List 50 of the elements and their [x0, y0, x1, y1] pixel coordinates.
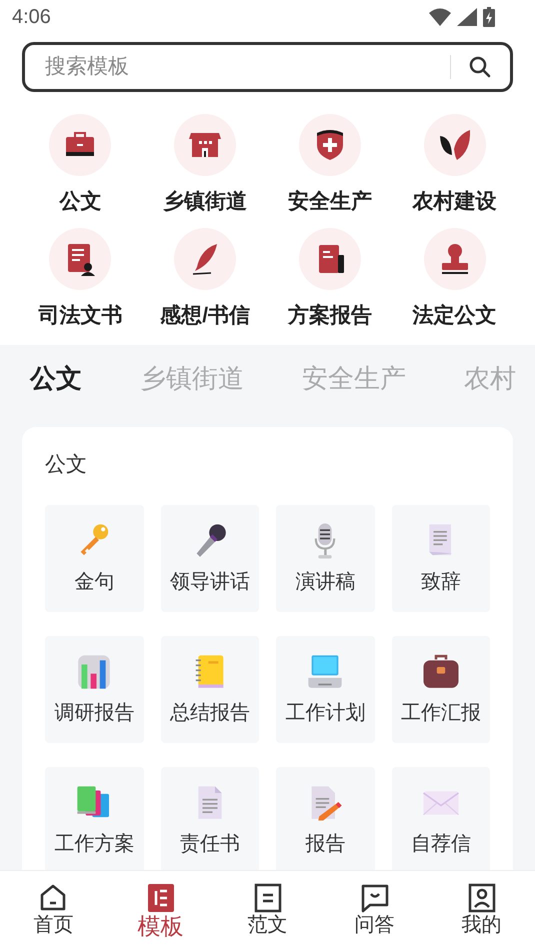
profile-icon: [466, 883, 496, 913]
tile-label: 领导讲话: [170, 570, 250, 594]
template-tile[interactable]: 调研报告: [45, 636, 144, 742]
template-tile[interactable]: 责任书: [160, 766, 259, 870]
template-icon: [146, 883, 176, 913]
tile-label: 报告: [305, 832, 346, 856]
search-field[interactable]: 搜索模板: [22, 42, 513, 92]
nav-tab[interactable]: 首页: [0, 883, 107, 935]
tile-label: 致辞: [420, 570, 461, 594]
template-tile[interactable]: 报告: [276, 766, 374, 870]
tile-label: 工作方案: [54, 832, 134, 856]
status-time: 4:06: [12, 5, 51, 30]
section-title: 公文: [45, 452, 88, 478]
category-label[interactable]: 公文: [59, 186, 102, 218]
tile-label: 金句: [74, 570, 114, 594]
category-tab[interactable]: 公文: [30, 358, 82, 398]
category-label[interactable]: 乡镇街道: [163, 186, 248, 218]
tile-label: 演讲稿: [295, 570, 356, 594]
template-tile[interactable]: 领导讲话: [160, 504, 259, 612]
wifi-icon: [429, 8, 451, 26]
category-label[interactable]: 农村建设: [412, 186, 497, 218]
nav-tab[interactable]: 我的: [428, 883, 535, 935]
tile-label: 责任书: [180, 832, 240, 856]
category-label[interactable]: 法定公文: [412, 300, 497, 331]
nav-tab[interactable]: 问答: [321, 883, 428, 935]
tile-label: 自荐信: [410, 832, 471, 856]
template-tile[interactable]: 致辞: [392, 504, 490, 612]
tile-label: 工作汇报: [400, 700, 481, 726]
chat-icon: [360, 883, 390, 913]
nav-tab[interactable]: 范文: [214, 883, 321, 935]
battery-icon: [483, 7, 495, 27]
nav-tab[interactable]: 模板: [107, 883, 214, 938]
template-tile[interactable]: 工作汇报: [392, 636, 490, 742]
category-label[interactable]: 安全生产: [288, 186, 372, 218]
template-tile[interactable]: 演讲稿: [276, 504, 374, 612]
template-tile[interactable]: 工作方案: [45, 766, 144, 870]
document-icon: [252, 883, 282, 913]
template-tile[interactable]: 金句: [45, 504, 144, 612]
category-label[interactable]: 感想/书信: [160, 300, 250, 331]
template-tile[interactable]: 工作计划: [276, 636, 374, 742]
tile-label: 工作计划: [285, 700, 366, 726]
template-tile[interactable]: 总结报告: [160, 636, 259, 742]
category-label[interactable]: 方案报告: [288, 300, 372, 331]
signal-icon: [457, 8, 477, 26]
search-icon[interactable]: [469, 56, 491, 78]
home-icon: [38, 883, 68, 913]
tile-label: 总结报告: [170, 700, 250, 726]
tile-label: 调研报告: [54, 700, 134, 726]
category-label[interactable]: 司法文书: [38, 300, 122, 331]
template-tile[interactable]: 自荐信: [392, 766, 490, 870]
